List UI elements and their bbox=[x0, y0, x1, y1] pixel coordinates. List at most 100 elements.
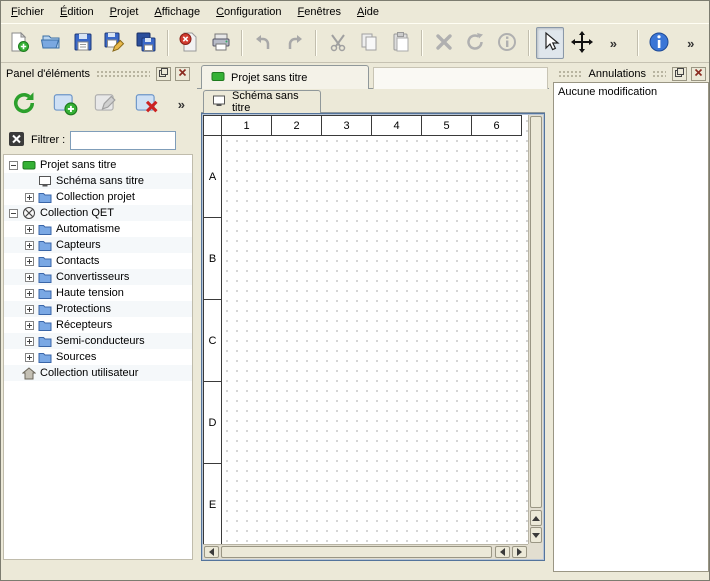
toolbar-overflow-button[interactable]: » bbox=[599, 27, 628, 59]
tree-item-label: Convertisseurs bbox=[56, 271, 129, 283]
float-panel-button[interactable] bbox=[672, 67, 687, 81]
dock-grip[interactable] bbox=[652, 70, 666, 78]
tab-bar-empty-area bbox=[373, 67, 548, 89]
new-project-button[interactable] bbox=[5, 27, 34, 59]
reload-collections-button[interactable] bbox=[7, 87, 41, 121]
expand-expander-icon[interactable] bbox=[25, 241, 34, 250]
close-panel-button[interactable] bbox=[691, 67, 706, 81]
menu-affichage[interactable]: Affichage bbox=[146, 3, 208, 21]
rotate-button[interactable] bbox=[461, 27, 490, 59]
expand-expander-icon[interactable] bbox=[25, 273, 34, 282]
horizontal-scrollbar-thumb[interactable] bbox=[221, 546, 492, 558]
save-all-button[interactable] bbox=[132, 27, 161, 59]
print-button[interactable] bbox=[206, 27, 235, 59]
dock-grip[interactable] bbox=[558, 70, 583, 78]
tree-item-haute-tension[interactable]: Haute tension bbox=[4, 285, 192, 301]
tree-item-schema[interactable]: Schéma sans titre bbox=[4, 173, 192, 189]
vertical-scrollbar[interactable] bbox=[528, 115, 543, 544]
tree-item-automatisme[interactable]: Automatisme bbox=[4, 221, 192, 237]
tree-item-convertisseurs[interactable]: Convertisseurs bbox=[4, 269, 192, 285]
redo-button[interactable] bbox=[281, 27, 310, 59]
expand-expander-icon[interactable] bbox=[25, 257, 34, 266]
delete-button[interactable] bbox=[429, 27, 458, 59]
scroll-left-button[interactable] bbox=[204, 546, 219, 558]
grid-column-header: 5 bbox=[421, 115, 472, 136]
expand-expander-icon[interactable] bbox=[25, 289, 34, 298]
copy-button[interactable] bbox=[355, 27, 384, 59]
collapse-expander-icon[interactable] bbox=[9, 161, 18, 170]
grid-column-header: 3 bbox=[321, 115, 372, 136]
move-mode-button[interactable] bbox=[567, 27, 596, 59]
open-folder-icon bbox=[40, 31, 62, 56]
vertical-scrollbar-thumb[interactable] bbox=[530, 116, 542, 508]
menu-aide[interactable]: Aide bbox=[349, 3, 387, 21]
about-button[interactable] bbox=[645, 27, 674, 59]
new-element-button[interactable] bbox=[48, 87, 82, 121]
cut-button[interactable] bbox=[323, 27, 352, 59]
menu-edition[interactable]: Édition bbox=[52, 3, 102, 21]
delete-element-button[interactable] bbox=[130, 87, 164, 121]
toolbar-overflow-button-right[interactable]: » bbox=[676, 27, 705, 59]
scroll-down-button[interactable] bbox=[530, 527, 542, 543]
close-panel-button[interactable] bbox=[175, 67, 190, 81]
grid-row-header: E bbox=[203, 463, 222, 544]
open-project-button[interactable] bbox=[37, 27, 66, 59]
tree-item-collection-projet[interactable]: Collection projet bbox=[4, 189, 192, 205]
folder-icon bbox=[38, 287, 52, 299]
select-mode-button[interactable] bbox=[536, 27, 565, 59]
panel-toolbar-overflow-button[interactable]: » bbox=[178, 97, 189, 112]
tree-item-capteurs[interactable]: Capteurs bbox=[4, 237, 192, 253]
save-as-button[interactable] bbox=[100, 27, 129, 59]
tree-item-project[interactable]: Projet sans titre bbox=[4, 157, 192, 173]
tree-item-semi-conducteurs[interactable]: Semi-conducteurs bbox=[4, 333, 192, 349]
scroll-left-button-2[interactable] bbox=[495, 546, 510, 558]
menu-fenetres[interactable]: Fenêtres bbox=[290, 3, 349, 21]
tree-item-recepteurs[interactable]: Récepteurs bbox=[4, 317, 192, 333]
grid-row-header: A bbox=[203, 135, 222, 218]
float-panel-button[interactable] bbox=[156, 67, 171, 81]
tab-schema-label: Schéma sans titre bbox=[232, 90, 312, 114]
filter-label: Filtrer : bbox=[31, 134, 65, 146]
tree-item-collection-qet[interactable]: Collection QET bbox=[4, 205, 192, 221]
save-button[interactable] bbox=[68, 27, 97, 59]
tab-schema[interactable]: Schéma sans titre bbox=[203, 90, 321, 113]
expand-expander-icon[interactable] bbox=[25, 321, 34, 330]
grid-corner-cell bbox=[203, 115, 222, 136]
workspace: Projet sans titre Schéma sans titre 1 2 … bbox=[197, 63, 549, 580]
tree-item-collection-utilisateur[interactable]: Collection utilisateur bbox=[4, 365, 192, 381]
tree-item-contacts[interactable]: Contacts bbox=[4, 253, 192, 269]
horizontal-scrollbar[interactable] bbox=[203, 544, 528, 559]
filter-input[interactable] bbox=[70, 131, 176, 150]
dock-grip[interactable] bbox=[96, 70, 150, 78]
tree-item-label: Haute tension bbox=[56, 287, 124, 299]
menu-projet[interactable]: Projet bbox=[102, 3, 147, 21]
scroll-up-button[interactable] bbox=[530, 510, 542, 526]
project-icon bbox=[211, 71, 225, 85]
edit-element-button[interactable] bbox=[89, 87, 123, 121]
schema-canvas[interactable]: 1 2 3 4 5 6 A B C D E bbox=[203, 115, 528, 544]
grid-column-header: 4 bbox=[371, 115, 422, 136]
undo-panel-titlebar[interactable]: Annulations bbox=[553, 65, 709, 82]
expand-expander-icon[interactable] bbox=[25, 353, 34, 362]
clear-filter-button[interactable] bbox=[8, 130, 26, 151]
tab-project[interactable]: Projet sans titre bbox=[201, 65, 369, 89]
scroll-right-button[interactable] bbox=[512, 546, 527, 558]
tree-item-protections[interactable]: Protections bbox=[4, 301, 192, 317]
folder-icon bbox=[38, 223, 52, 235]
elements-tree: Projet sans titre Schéma sans titre Coll… bbox=[3, 154, 193, 560]
info-button[interactable] bbox=[493, 27, 522, 59]
close-file-button[interactable] bbox=[175, 27, 204, 59]
collapse-expander-icon[interactable] bbox=[9, 209, 18, 218]
expand-expander-icon[interactable] bbox=[25, 337, 34, 346]
expand-expander-icon[interactable] bbox=[25, 193, 34, 202]
expand-expander-icon[interactable] bbox=[25, 225, 34, 234]
tree-item-sources[interactable]: Sources bbox=[4, 349, 192, 365]
expander-spacer bbox=[9, 369, 18, 378]
elements-panel-titlebar[interactable]: Panel d'éléments bbox=[3, 65, 193, 82]
undo-button[interactable] bbox=[249, 27, 278, 59]
menu-fichier[interactable]: Fichier bbox=[3, 3, 52, 21]
expand-expander-icon[interactable] bbox=[25, 305, 34, 314]
menu-configuration[interactable]: Configuration bbox=[208, 3, 289, 21]
paste-button[interactable] bbox=[387, 27, 416, 59]
undo-icon bbox=[252, 31, 274, 56]
